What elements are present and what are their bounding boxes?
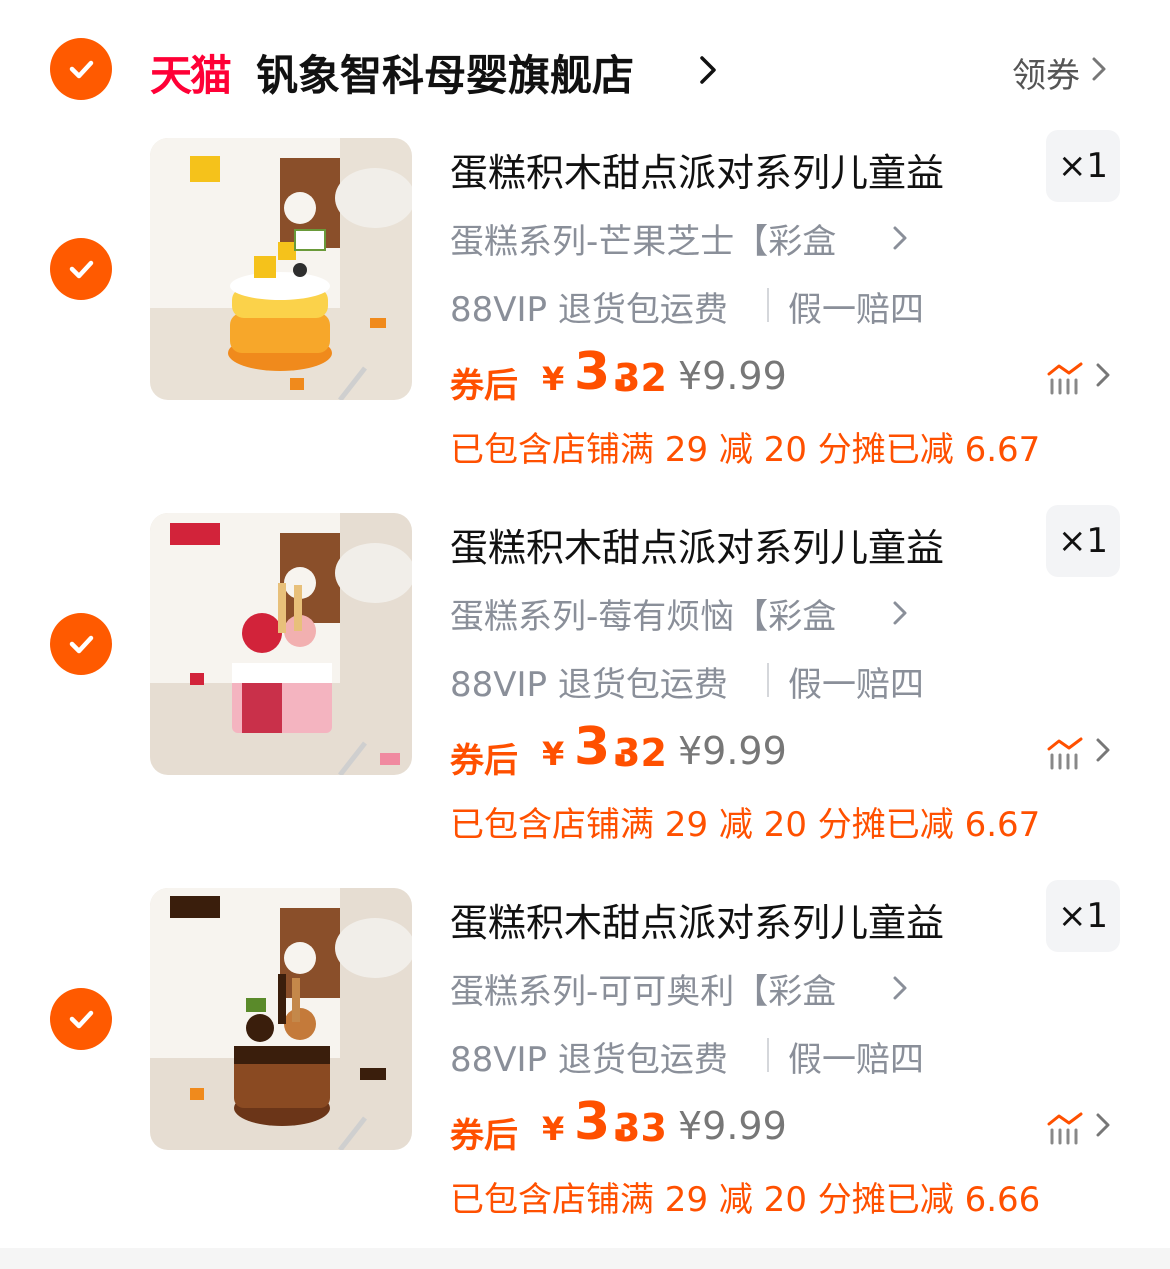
after-coupon-label: 券后 [450, 366, 518, 406]
divider [767, 1038, 769, 1072]
quantity-badge[interactable]: ×1 [1046, 505, 1120, 577]
chevron-right-icon [1092, 57, 1106, 81]
cart-item: 蛋糕积木甜点派对系列儿童益 ×1 蛋糕系列-可可奥利【彩盒 88VIP 退货包运… [0, 880, 1170, 1248]
shop-header: 天猫 钒象智科母婴旗舰店 领券 [0, 38, 1170, 100]
currency-symbol: ¥ [542, 1110, 565, 1148]
after-coupon-label: 券后 [450, 1116, 518, 1156]
quantity-badge[interactable]: ×1 [1046, 130, 1120, 202]
divider [767, 288, 769, 322]
guarantee-label: 假一赔四 [788, 665, 924, 705]
vip-return-label: 88VIP 退货包运费 [450, 290, 728, 330]
price-trend-icon[interactable] [1046, 1110, 1084, 1146]
price-row: 券后 ¥ 3. 33 ¥9.99 [450, 1092, 1150, 1160]
price-trend-icon[interactable] [1046, 360, 1084, 396]
price-row: 券后 ¥ 3. 32 ¥9.99 [450, 342, 1150, 410]
chevron-right-icon[interactable] [889, 973, 911, 1003]
sku-spec[interactable]: 蛋糕系列-芒果芝士【彩盒 [450, 214, 836, 263]
quantity-badge[interactable]: ×1 [1046, 880, 1120, 952]
chevron-right-icon[interactable] [1092, 735, 1114, 765]
price-decimal: 33 [614, 1106, 667, 1150]
shop-name-link[interactable]: 钒象智科母婴旗舰店 [256, 42, 634, 103]
original-price: ¥9.99 [678, 1104, 787, 1148]
price-row: 券后 ¥ 3. 32 ¥9.99 [450, 717, 1150, 785]
product-title[interactable]: 蛋糕积木甜点派对系列儿童益 [450, 892, 944, 947]
product-title[interactable]: 蛋糕积木甜点派对系列儿童益 [450, 517, 944, 572]
coupon-label: 领券 [1012, 56, 1080, 96]
discount-note: 已包含店铺满 29 减 20 分摊已减 6.67 [450, 805, 1041, 845]
guarantee-label: 假一赔四 [788, 1040, 924, 1080]
original-price: ¥9.99 [678, 729, 787, 773]
price-trend-icon[interactable] [1046, 735, 1084, 771]
bottom-separator [0, 1248, 1170, 1269]
shop-checkbox[interactable] [50, 38, 112, 100]
divider [767, 663, 769, 697]
sku-spec[interactable]: 蛋糕系列-莓有烦恼【彩盒 [450, 589, 836, 638]
tmall-logo: 天猫 [150, 51, 232, 100]
currency-symbol: ¥ [542, 360, 565, 398]
checkmark-icon [69, 635, 94, 654]
chevron-right-icon[interactable] [1092, 1110, 1114, 1140]
price-decimal: 32 [614, 731, 667, 775]
vip-return-label: 88VIP 退货包运费 [450, 1040, 728, 1080]
cart-item: 蛋糕积木甜点派对系列儿童益 ×1 蛋糕系列-莓有烦恼【彩盒 88VIP 退货包运… [0, 505, 1170, 873]
cart-item: 蛋糕积木甜点派对系列儿童益 ×1 蛋糕系列-芒果芝士【彩盒 88VIP 退货包运… [0, 130, 1170, 498]
after-coupon-label: 券后 [450, 741, 518, 781]
get-coupon-button[interactable]: 领券 [970, 38, 1170, 100]
chevron-right-icon[interactable] [694, 52, 722, 88]
checkmark-icon [69, 260, 94, 279]
currency-symbol: ¥ [542, 735, 565, 773]
strawberry-cake-image [150, 513, 412, 775]
original-price: ¥9.99 [678, 354, 787, 398]
chevron-right-icon[interactable] [889, 598, 911, 628]
checkmark-icon [69, 60, 94, 79]
chevron-right-icon[interactable] [889, 223, 911, 253]
discount-note: 已包含店铺满 29 减 20 分摊已减 6.67 [450, 430, 1041, 470]
item-checkbox[interactable] [50, 613, 112, 675]
item-checkbox[interactable] [50, 988, 112, 1050]
mango-cheesecake-image [150, 138, 412, 400]
product-image[interactable] [150, 138, 412, 400]
product-title[interactable]: 蛋糕积木甜点派对系列儿童益 [450, 142, 944, 197]
price-decimal: 32 [614, 356, 667, 400]
product-image[interactable] [150, 513, 412, 775]
guarantee-label: 假一赔四 [788, 290, 924, 330]
cocoa-cake-image [150, 888, 412, 1150]
vip-return-label: 88VIP 退货包运费 [450, 665, 728, 705]
checkmark-icon [69, 1010, 94, 1029]
discount-note: 已包含店铺满 29 减 20 分摊已减 6.66 [450, 1180, 1041, 1220]
product-image[interactable] [150, 888, 412, 1150]
chevron-right-icon[interactable] [1092, 360, 1114, 390]
item-checkbox[interactable] [50, 238, 112, 300]
sku-spec[interactable]: 蛋糕系列-可可奥利【彩盒 [450, 964, 836, 1013]
